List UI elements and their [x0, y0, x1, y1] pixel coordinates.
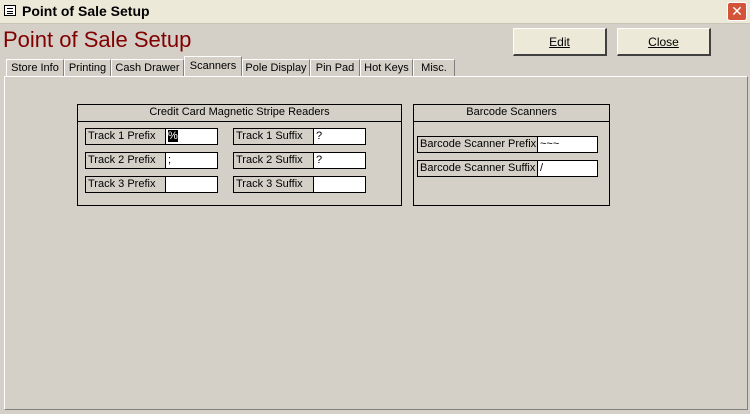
track2-prefix-label: Track 2 Prefix: [85, 152, 166, 169]
tab-cash-drawer[interactable]: Cash Drawer: [111, 59, 184, 76]
track3-prefix-label: Track 3 Prefix: [85, 176, 166, 193]
track3-prefix-field[interactable]: [165, 176, 218, 193]
track2-suffix-field[interactable]: ?: [313, 152, 366, 169]
form-icon: [4, 5, 16, 16]
track1-prefix-label: Track 1 Prefix: [85, 128, 166, 145]
barcode-prefix-label: Barcode Scanner Prefix: [417, 136, 538, 153]
track2-prefix-field[interactable]: ;: [165, 152, 218, 169]
edit-button[interactable]: Edit: [513, 28, 607, 56]
track3-suffix-field[interactable]: [313, 176, 366, 193]
credit-card-readers-header: Credit Card Magnetic Stripe Readers: [78, 105, 401, 122]
window-close-icon[interactable]: ✕: [727, 2, 747, 21]
track3-suffix-label: Track 3 Suffix: [233, 176, 314, 193]
window-titlebar: Point of Sale Setup ✕: [0, 0, 750, 24]
close-button[interactable]: Close: [617, 28, 711, 56]
track1-prefix-field[interactable]: %: [165, 128, 218, 145]
track1-prefix-value: %: [168, 130, 178, 142]
tab-pin-pad[interactable]: Pin Pad: [310, 59, 360, 76]
tab-store-info[interactable]: Store Info: [6, 59, 64, 76]
form-title: Point of Sale Setup: [3, 27, 192, 52]
track2-suffix-label: Track 2 Suffix: [233, 152, 314, 169]
tab-misc[interactable]: Misc.: [413, 59, 455, 76]
barcode-scanners-group: Barcode Scanners: [413, 104, 610, 206]
edit-button-label: Edit: [549, 35, 570, 49]
close-button-label: Close: [648, 35, 679, 49]
window-title: Point of Sale Setup: [22, 3, 150, 19]
barcode-suffix-label: Barcode Scanner Suffix: [417, 160, 538, 177]
tab-printing[interactable]: Printing: [64, 59, 111, 76]
tab-scanners[interactable]: Scanners: [184, 56, 242, 76]
tab-hot-keys[interactable]: Hot Keys: [360, 59, 413, 76]
barcode-prefix-field[interactable]: ~~~: [537, 136, 598, 153]
barcode-suffix-field[interactable]: /: [537, 160, 598, 177]
track1-suffix-field[interactable]: ?: [313, 128, 366, 145]
tab-pole-display[interactable]: Pole Display: [242, 59, 310, 76]
track1-suffix-label: Track 1 Suffix: [233, 128, 314, 145]
barcode-scanners-header: Barcode Scanners: [414, 105, 609, 122]
